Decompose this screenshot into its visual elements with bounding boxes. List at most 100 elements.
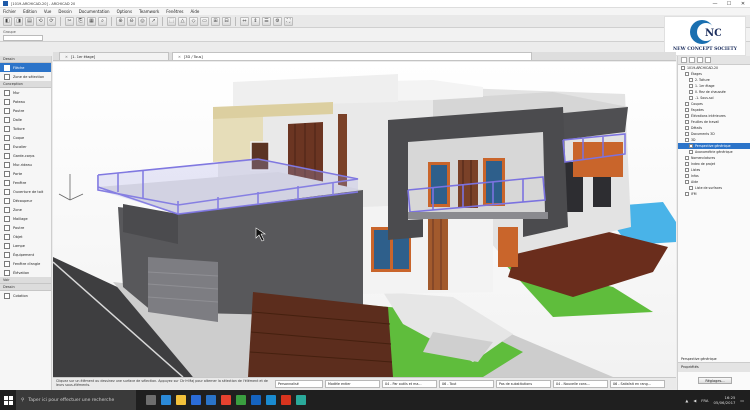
volume-icon[interactable]: ◀: [693, 398, 696, 403]
maximize-button[interactable]: ☐: [722, 0, 736, 8]
taskbar-edge-icon[interactable]: [161, 395, 171, 405]
menu-edition[interactable]: Edition: [23, 9, 37, 14]
tool-lampe[interactable]: Lampe: [0, 241, 51, 250]
tool-garde-corps[interactable]: Garde-corps: [0, 151, 51, 160]
copy-icon[interactable]: ⎘: [76, 16, 85, 26]
tool-toiture[interactable]: Toiture: [0, 124, 51, 133]
toolbox-section-voir[interactable]: Voir: [0, 277, 51, 284]
status-dropdown-04-nouvelle-cons[interactable]: 04 - Nouvelle cons...: [553, 380, 608, 388]
status-dropdown-personnalise[interactable]: Personnalisé: [275, 380, 323, 388]
taskbar-camtasia-icon[interactable]: [236, 395, 246, 405]
undo-icon[interactable]: ⟲: [36, 16, 45, 26]
settings-icon[interactable]: ⚙: [273, 16, 282, 26]
save-icon[interactable]: ◨: [14, 16, 23, 26]
status-dropdown-06-tout[interactable]: 06 - Tout: [439, 380, 494, 388]
tool-fenetre-d-angle[interactable]: Fenêtre d'angle: [0, 259, 51, 268]
tool-equipement[interactable]: Équipement: [0, 250, 51, 259]
tool-decoupeur[interactable]: Découpeur: [0, 196, 51, 205]
tool-elevation[interactable]: Élévation: [0, 268, 51, 277]
taskbar-archicad-icon[interactable]: [251, 395, 261, 405]
taskbar-task-view-icon[interactable]: [146, 395, 156, 405]
menu-options[interactable]: Options: [117, 9, 132, 14]
status-dropdown-04-par-outils-et-ma[interactable]: 04 - Par outils et ma...: [382, 380, 437, 388]
menu-teamwork[interactable]: Teamwork: [139, 9, 159, 14]
tool-ouverture-de-toit[interactable]: Ouverture de toit: [0, 187, 51, 196]
tab-floor-plan[interactable]: ✕ [1. 1er étage]: [59, 52, 169, 60]
network-icon[interactable]: ▲: [685, 398, 688, 403]
paste-icon[interactable]: ▦: [87, 16, 96, 26]
taskbar-explorer-icon[interactable]: [176, 395, 186, 405]
menu-documentation[interactable]: Documentation: [79, 9, 110, 14]
arrow-icon[interactable]: ↗: [149, 16, 158, 26]
tool-zone[interactable]: Zone: [0, 205, 51, 214]
menu-aide[interactable]: Aide: [191, 9, 200, 14]
orbit-icon[interactable]: ◎: [138, 16, 147, 26]
close-button[interactable]: ✕: [736, 0, 750, 8]
clock[interactable]: 16:25 05/06/2017: [714, 395, 736, 405]
layers-icon[interactable]: ☰: [262, 16, 271, 26]
toolbox-section-conception[interactable]: Conception: [0, 81, 51, 88]
taskbar-app-red-icon[interactable]: [281, 395, 291, 405]
taskbar-search[interactable]: ⚲ Taper ici pour effectuer une recherche: [16, 390, 136, 410]
tool-objet[interactable]: Objet: [0, 232, 51, 241]
layout-book-icon[interactable]: [697, 57, 703, 63]
tool-coque[interactable]: Coque: [0, 133, 51, 142]
tool-poteau[interactable]: Poteau: [0, 97, 51, 106]
tool-zone-de-selection[interactable]: Zone de sélection: [0, 72, 51, 81]
taskbar-mail-icon[interactable]: [206, 395, 216, 405]
stretch-v-icon[interactable]: ⇕: [251, 16, 260, 26]
tool-dalle[interactable]: Dalle: [0, 115, 51, 124]
taskbar-chrome-icon[interactable]: [221, 395, 231, 405]
stretch-h-icon[interactable]: ⇔: [240, 16, 249, 26]
rectangle-icon[interactable]: ▭: [200, 16, 209, 26]
open-icon[interactable]: ◧: [3, 16, 12, 26]
tool-fenetre[interactable]: Fenêtre: [0, 178, 51, 187]
status-dropdown-06-satisfait-en-rang[interactable]: 06 - Satisfait en rang...: [610, 380, 665, 388]
toolbox-section-dessin[interactable]: Dessin: [0, 284, 51, 291]
group-control[interactable]: [3, 35, 43, 41]
zoom-out-icon[interactable]: ⊖: [127, 16, 136, 26]
zoom-in-icon[interactable]: ⊕: [116, 16, 125, 26]
taskbar-store-icon[interactable]: [191, 395, 201, 405]
cut-icon[interactable]: ✂: [65, 16, 74, 26]
tool-mur-rideau[interactable]: Mur-rideau: [0, 160, 51, 169]
tree-item-ifm[interactable]: IFM: [678, 191, 750, 197]
toolbox-section-dessin[interactable]: Dessin: [0, 56, 51, 63]
menu-fenetres[interactable]: Fenêtres: [166, 9, 183, 14]
fit-window-icon[interactable]: ⛶: [284, 16, 293, 26]
menu-vue[interactable]: Vue: [44, 9, 51, 14]
minimize-button[interactable]: —: [708, 0, 722, 8]
status-dropdown-pas-de-substitutions[interactable]: Pas de substitutions: [496, 380, 551, 388]
find-icon[interactable]: ⌕: [98, 16, 107, 26]
menu-fichier[interactable]: Fichier: [3, 9, 16, 14]
print-icon[interactable]: ▤: [25, 16, 34, 26]
taskbar-app-teal-icon[interactable]: [296, 395, 306, 405]
menu-dessin[interactable]: Dessin: [58, 9, 71, 14]
3d-viewport[interactable]: [53, 62, 676, 377]
view-map-icon[interactable]: [689, 57, 695, 63]
triangle-icon[interactable]: △: [178, 16, 187, 26]
language-indicator[interactable]: FRA: [701, 398, 708, 403]
tool-poutre[interactable]: Poutre: [0, 223, 51, 232]
tool-porte[interactable]: Porte: [0, 169, 51, 178]
diamond-icon[interactable]: ◇: [189, 16, 198, 26]
grid-off-icon[interactable]: ⊟: [222, 16, 231, 26]
marquee-icon[interactable]: ⬚: [167, 16, 176, 26]
tool-mur[interactable]: Mur: [0, 88, 51, 97]
tab-close-icon[interactable]: ✕: [65, 55, 68, 59]
redo-icon[interactable]: ⟳: [47, 16, 56, 26]
tab-3d[interactable]: ✕ [3D / Tous]: [172, 52, 532, 60]
tool-poutre[interactable]: Poutre: [0, 106, 51, 115]
settings-button[interactable]: Réglages...: [698, 377, 732, 384]
publisher-icon[interactable]: [705, 57, 711, 63]
status-dropdown-modele-entier[interactable]: Modèle entier: [325, 380, 380, 388]
grid-on-icon[interactable]: ⊞: [211, 16, 220, 26]
tool-maillage[interactable]: Maillage: [0, 214, 51, 223]
tab-close-icon[interactable]: ✕: [178, 55, 181, 59]
tool-cotation[interactable]: Cotation: [0, 291, 51, 300]
notifications-icon[interactable]: ▭: [740, 398, 744, 403]
tool-fleche[interactable]: Flèche: [0, 63, 51, 72]
tool-escalier[interactable]: Escalier: [0, 142, 51, 151]
project-map-icon[interactable]: [681, 57, 687, 63]
taskbar-archicad-2-icon[interactable]: [266, 395, 276, 405]
